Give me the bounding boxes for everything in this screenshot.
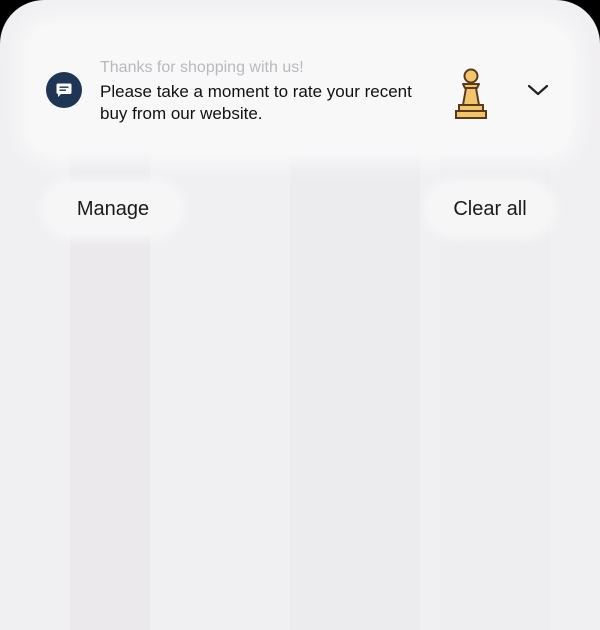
clear-all-button[interactable]: Clear all <box>428 183 552 235</box>
chess-pawn-icon <box>442 58 500 130</box>
background-blur <box>290 130 420 630</box>
notification-shade: Thanks for shopping with us! Please take… <box>0 0 600 630</box>
message-icon <box>46 72 82 108</box>
notification-title: Thanks for shopping with us! <box>100 59 304 76</box>
notification-card[interactable]: Thanks for shopping with us! Please take… <box>28 24 570 154</box>
notification-body: Please take a moment to rate your recent… <box>100 82 412 123</box>
manage-button[interactable]: Manage <box>46 183 180 235</box>
chevron-down-icon[interactable] <box>520 76 556 104</box>
